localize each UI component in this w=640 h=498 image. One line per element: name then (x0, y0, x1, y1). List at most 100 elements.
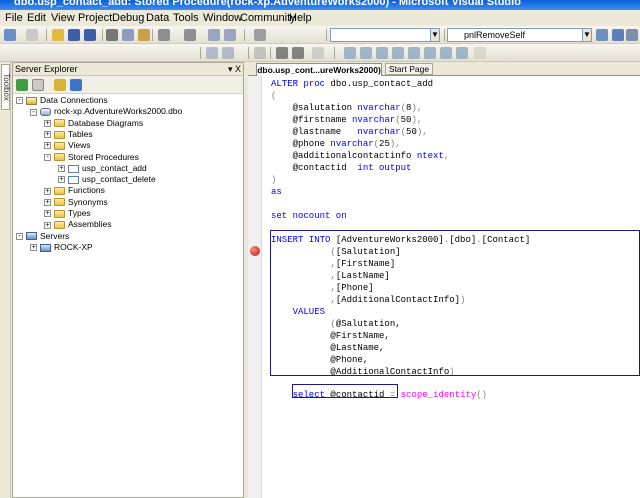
open-icon[interactable] (52, 29, 64, 41)
block-h-icon[interactable] (456, 47, 468, 59)
connect-server-icon[interactable] (70, 79, 82, 91)
collapse-icon[interactable]: - (44, 153, 51, 161)
folder-icon (54, 141, 65, 150)
menu-edit[interactable]: Edit (27, 11, 46, 25)
code-token: ), (411, 115, 423, 125)
tree-item[interactable]: + Tables (44, 129, 93, 140)
tree-item[interactable]: + Database Diagrams (44, 118, 143, 129)
query-toolbar (0, 44, 640, 62)
find-icon[interactable] (596, 29, 608, 41)
tree-item[interactable]: + Synonyms (44, 197, 108, 208)
code-line: ) (271, 175, 276, 186)
add-item-icon[interactable] (26, 29, 38, 41)
expand-icon[interactable]: + (44, 221, 51, 229)
code-token: 50 (400, 115, 412, 125)
tree-item[interactable]: + ROCK-XP (30, 242, 93, 253)
tree-item[interactable]: - rock-xp.AdventureWorks2000.dbo (30, 106, 182, 117)
menu-community[interactable]: Community (240, 11, 296, 25)
code-token: dbo.usp_contact_add (330, 79, 434, 89)
cut-icon[interactable] (106, 29, 118, 41)
block-c-icon[interactable] (376, 47, 388, 59)
collapse-icon[interactable]: - (16, 97, 23, 105)
connect-database-icon[interactable] (54, 79, 66, 91)
tree-item[interactable]: + Types (44, 208, 91, 219)
block-f-icon[interactable] (424, 47, 436, 59)
stop-icon[interactable] (32, 79, 44, 91)
tree-item-label: Data Connections (40, 95, 108, 105)
new-project-icon[interactable] (4, 29, 16, 41)
tree-item[interactable]: - Data Connections (16, 95, 108, 106)
paste-icon[interactable] (138, 29, 150, 41)
menu-tools[interactable]: Tools (173, 11, 199, 25)
code-token: int output (357, 163, 412, 173)
expand-icon[interactable]: + (58, 176, 65, 184)
tree-item-label: Stored Procedures (68, 151, 139, 162)
tree-item[interactable]: - Stored Procedures (44, 152, 139, 163)
block-a-icon[interactable] (344, 47, 356, 59)
expand-icon[interactable]: + (30, 244, 37, 252)
toolbar-separator (334, 47, 335, 59)
menu-help[interactable]: Help (289, 11, 312, 25)
undo-icon[interactable] (158, 29, 170, 41)
menu-view[interactable]: View (51, 11, 75, 25)
chevron-down-icon[interactable]: ▼ (430, 28, 440, 42)
solution-explorer-icon[interactable] (612, 29, 624, 41)
menu-project[interactable]: Project (78, 11, 112, 25)
tree-item[interactable]: + usp_contact_add (58, 163, 147, 174)
expand-icon[interactable]: + (44, 210, 51, 218)
redo-icon[interactable] (184, 29, 196, 41)
menu-data[interactable]: Data (146, 11, 169, 25)
outdent-icon[interactable] (222, 47, 234, 59)
block-d-icon[interactable] (392, 47, 404, 59)
save-all-icon[interactable] (84, 29, 96, 41)
nav-forward-icon[interactable] (224, 29, 236, 41)
code-token: , (443, 151, 450, 161)
object-combo[interactable]: pnlRemoveSelf (447, 28, 592, 42)
expand-icon[interactable]: + (44, 119, 51, 127)
title-bar: dbo.usp_contact_add: Stored Procedure(ro… (0, 0, 640, 10)
tree-item[interactable]: + Views (44, 140, 91, 151)
save-icon[interactable] (68, 29, 80, 41)
toolbox-strip (0, 62, 11, 498)
menu-window[interactable]: Window (203, 11, 242, 25)
collapse-icon[interactable]: - (16, 232, 23, 240)
expand-icon[interactable]: + (44, 142, 51, 150)
start-debug-icon[interactable] (254, 29, 266, 41)
code-token: set nocount on (271, 211, 347, 221)
folder-icon (54, 209, 65, 218)
indent-icon[interactable] (206, 47, 218, 59)
copy-icon[interactable] (122, 29, 134, 41)
menu-debug[interactable]: Debug (112, 11, 144, 25)
toolbar-separator (444, 29, 445, 41)
expand-icon[interactable]: + (44, 131, 51, 139)
panel-controls[interactable]: ▾ X (228, 63, 241, 75)
solution-config-combo[interactable] (330, 28, 438, 42)
align-left-icon[interactable] (276, 47, 288, 59)
refresh-icon[interactable] (16, 79, 28, 91)
expand-icon[interactable]: + (44, 187, 51, 195)
tree-item[interactable]: + usp_contact_delete (58, 174, 156, 185)
chevron-down-icon[interactable]: ▼ (582, 28, 592, 42)
expand-icon[interactable]: + (58, 165, 65, 173)
tab-start-page[interactable]: Start Page (385, 63, 433, 75)
tree-item[interactable]: + Assemblies (44, 219, 111, 230)
box-select-icon[interactable] (312, 47, 324, 59)
nav-back-icon[interactable] (208, 29, 220, 41)
font-size-icon[interactable] (254, 47, 266, 59)
overflow-chevron-icon[interactable] (474, 47, 486, 59)
align-right-icon[interactable] (292, 47, 304, 59)
tree-item[interactable]: - Servers (16, 231, 69, 242)
collapse-icon[interactable]: - (30, 108, 37, 116)
code-token: nvarchar (352, 115, 396, 125)
properties-icon[interactable] (626, 29, 638, 41)
code-token: @firstname (271, 115, 353, 125)
expand-icon[interactable]: + (44, 198, 51, 206)
tree-item[interactable]: + Functions (44, 185, 105, 196)
breakpoint-icon[interactable] (250, 246, 260, 256)
block-b-icon[interactable] (360, 47, 372, 59)
editor-margin[interactable] (248, 76, 262, 498)
block-e-icon[interactable] (408, 47, 420, 59)
block-g-icon[interactable] (440, 47, 452, 59)
tab-usp-contact-add[interactable]: dbo.usp_cont...ureWorks2000) (256, 63, 382, 76)
menu-file[interactable]: File (5, 11, 23, 25)
